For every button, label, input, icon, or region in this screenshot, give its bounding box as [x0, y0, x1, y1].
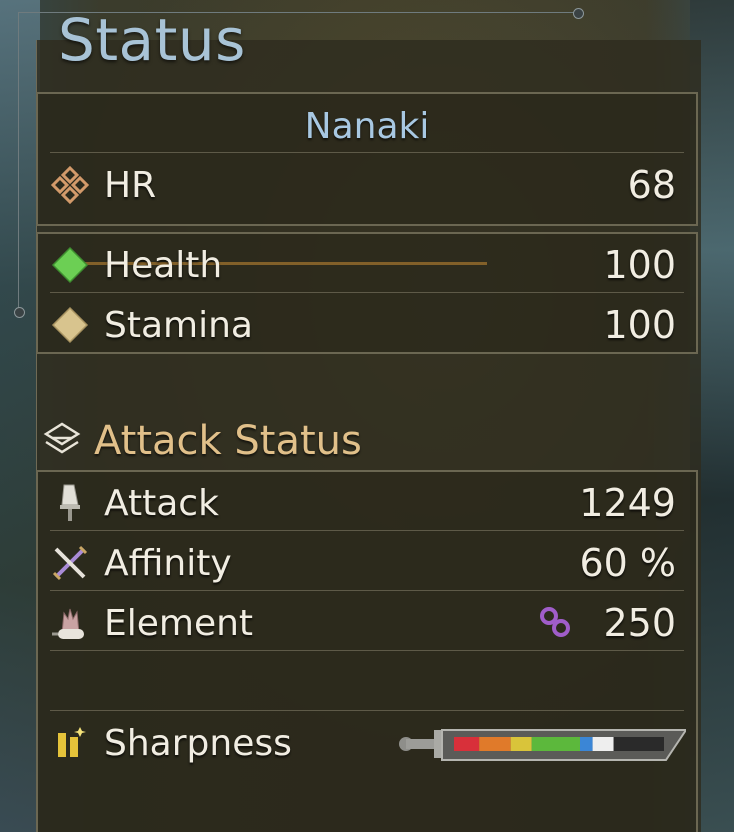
affinity-value: 60 % — [579, 541, 676, 585]
divider — [50, 292, 684, 293]
background-left-foliage — [0, 0, 40, 832]
crossed-swords-icon — [48, 541, 92, 585]
affinity-row: Affinity 60 % — [38, 534, 696, 592]
hunter-rank-icon — [48, 163, 92, 207]
poison-bubbles-icon — [538, 604, 574, 640]
divider — [50, 710, 684, 711]
sharpness-segment — [580, 737, 593, 751]
health-row: Health 100 — [38, 236, 696, 294]
stamina-label: Stamina — [104, 304, 253, 346]
sharpness-segment — [592, 737, 614, 751]
tan-diamond-icon — [48, 303, 92, 347]
attack-label: Attack — [104, 482, 219, 524]
sharpness-segment — [531, 737, 580, 751]
sword-blade-icon — [48, 481, 92, 525]
frame-ornament-dot — [14, 307, 25, 318]
green-diamond-icon — [48, 243, 92, 287]
sharpness-gauge — [396, 718, 688, 770]
attack-value: 1249 — [579, 481, 676, 525]
element-row: Element 250 — [38, 594, 696, 652]
divider — [50, 590, 684, 591]
attack-row: Attack 1249 — [38, 474, 696, 532]
element-label: Element — [104, 602, 254, 644]
attack-status-icon — [42, 420, 82, 460]
sharpness-segment — [479, 737, 511, 751]
element-value: 250 — [603, 601, 676, 645]
stamina-row: Stamina 100 — [38, 296, 696, 354]
health-label: Health — [104, 244, 223, 286]
hunter-rank-row: HR 68 — [38, 156, 696, 214]
page-title: Status — [58, 6, 246, 74]
attack-status-box: Attack 1249 Affinity 60 % Element 250 Sh… — [36, 470, 698, 832]
character-name: Nanaki — [304, 106, 430, 147]
stamina-value: 100 — [603, 303, 676, 347]
health-value: 100 — [603, 243, 676, 287]
attack-status-title: Attack Status — [94, 418, 362, 464]
sharpness-label: Sharpness — [104, 722, 292, 764]
affinity-label: Affinity — [104, 542, 232, 584]
hunter-rank-value: 68 — [627, 163, 676, 207]
sharpness-segment — [510, 737, 532, 751]
frame-ornament-vertical — [18, 12, 19, 312]
divider — [50, 650, 684, 651]
frame-ornament-dot — [573, 8, 584, 19]
divider — [50, 152, 684, 153]
sharpness-segment — [613, 737, 664, 751]
vitals-box: Health 100 Stamina 100 — [36, 232, 698, 354]
hunter-info-box: Nanaki HR 68 — [36, 92, 698, 268]
element-flame-icon — [48, 601, 92, 645]
divider — [50, 530, 684, 531]
sharpness-segment — [454, 737, 480, 751]
sharpness-icon — [48, 721, 92, 765]
hunter-rank-label: HR — [104, 164, 157, 206]
